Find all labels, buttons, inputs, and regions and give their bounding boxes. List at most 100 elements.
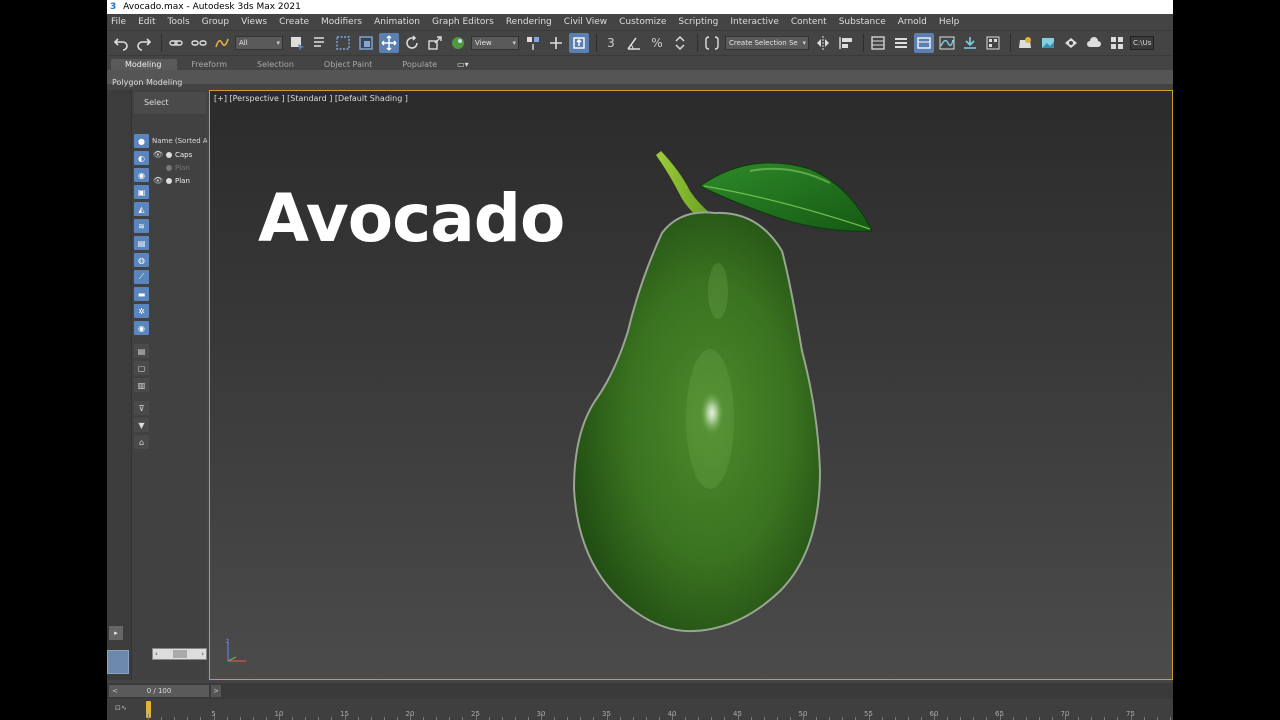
display-cameras-icon[interactable]: ▣ xyxy=(134,185,149,199)
next-frame-icon[interactable]: > xyxy=(211,685,221,697)
time-slider[interactable]: 0 / 100 xyxy=(109,685,209,697)
track-bar[interactable]: ⊡∿ 0 5 10 15 20 25 30 35 40 45 50 55 60 65 70 75 xyxy=(107,699,1173,720)
schematic-view-icon[interactable] xyxy=(960,33,980,53)
link-icon[interactable] xyxy=(166,33,186,53)
visibility-eye-icon[interactable]: 👁︎ xyxy=(152,176,164,185)
display-helpers-icon[interactable]: ◭ xyxy=(134,202,149,216)
render-production-icon[interactable] xyxy=(1061,33,1081,53)
display-geometry-icon[interactable]: ● xyxy=(134,134,149,148)
name-column-header[interactable]: Name (Sorted A xyxy=(152,134,207,148)
mini-curve-editor-icon[interactable]: ⊡∿ xyxy=(115,704,127,712)
reference-coordinate-dropdown[interactable]: View xyxy=(471,36,519,50)
scrollbar-thumb[interactable] xyxy=(172,650,187,658)
align-icon[interactable] xyxy=(836,33,856,53)
display-groups-icon[interactable]: ▤ xyxy=(134,236,149,250)
menu-file[interactable]: File xyxy=(107,17,132,27)
display-visibility-icon[interactable]: ◉ xyxy=(134,321,149,335)
select-rotate-icon[interactable] xyxy=(402,33,422,53)
named-selection-set-dropdown[interactable]: Create Selection Se xyxy=(725,36,809,50)
selection-filter-dropdown[interactable]: All xyxy=(235,36,283,50)
select-object-icon[interactable] xyxy=(287,33,307,53)
select-scale-icon[interactable] xyxy=(425,33,445,53)
list-item[interactable]: Plan xyxy=(152,161,207,174)
explorer-horizontal-scrollbar[interactable]: ‹ › xyxy=(152,648,207,660)
select-invert-icon[interactable]: ▥ xyxy=(134,378,149,392)
filter-toggle-icon[interactable]: ⊽ xyxy=(134,401,149,415)
display-space-warps-icon[interactable]: ≋ xyxy=(134,219,149,233)
a360-gallery-icon[interactable] xyxy=(1107,33,1127,53)
scroll-left-icon[interactable]: ‹ xyxy=(155,650,158,658)
perspective-viewport[interactable]: [+] [Perspective ] [Standard ] [Default … xyxy=(209,90,1173,680)
menu-civil-view[interactable]: Civil View xyxy=(558,17,613,27)
select-place-icon[interactable] xyxy=(448,33,468,53)
mirror-icon[interactable] xyxy=(813,33,833,53)
project-path-field[interactable]: C:\Us xyxy=(1130,36,1154,50)
menu-graph-editors[interactable]: Graph Editors xyxy=(426,17,500,27)
menu-content[interactable]: Content xyxy=(785,17,833,27)
bind-space-warp-icon[interactable] xyxy=(212,33,232,53)
filter-icon[interactable]: ▼ xyxy=(134,418,149,432)
keyboard-shortcut-override-icon[interactable] xyxy=(569,33,589,53)
polygon-modeling-label[interactable]: Polygon Modeling xyxy=(107,78,182,87)
edit-named-selection-icon[interactable] xyxy=(702,33,722,53)
menu-arnold[interactable]: Arnold xyxy=(892,17,933,27)
percent-snap-icon[interactable]: % xyxy=(647,33,667,53)
menu-modifiers[interactable]: Modifiers xyxy=(315,17,368,27)
menu-create[interactable]: Create xyxy=(273,17,315,27)
menu-scripting[interactable]: Scripting xyxy=(672,17,724,27)
display-xrefs-icon[interactable]: ◍ xyxy=(134,253,149,267)
display-particles-icon[interactable]: ✲ xyxy=(134,304,149,318)
explorer-select-tab[interactable]: Select xyxy=(134,92,206,114)
menu-substance[interactable]: Substance xyxy=(833,17,892,27)
display-lights-icon[interactable]: ◉ xyxy=(134,168,149,182)
select-manipulate-icon[interactable] xyxy=(546,33,566,53)
material-editor-icon[interactable] xyxy=(983,33,1003,53)
tab-freeform[interactable]: Freeform xyxy=(177,59,243,70)
dock-panel-handle[interactable] xyxy=(107,650,129,674)
region-select-icon[interactable] xyxy=(333,33,353,53)
select-move-icon[interactable] xyxy=(379,33,399,53)
snaps-toggle-icon[interactable]: 3 xyxy=(601,33,621,53)
menu-views[interactable]: Views xyxy=(235,17,273,27)
curve-editor-icon[interactable] xyxy=(937,33,957,53)
render-in-cloud-icon[interactable] xyxy=(1084,33,1104,53)
menu-animation[interactable]: Animation xyxy=(368,17,426,27)
select-all-icon[interactable]: ▤ xyxy=(134,344,149,358)
tab-modeling[interactable]: Modeling xyxy=(111,59,178,70)
menu-edit[interactable]: Edit xyxy=(132,17,161,27)
menu-interactive[interactable]: Interactive xyxy=(724,17,784,27)
viewport-label[interactable]: [+] [Perspective ] [Standard ] [Default … xyxy=(214,94,408,103)
visibility-eye-icon[interactable]: 👁︎ xyxy=(152,150,164,159)
select-by-name-icon[interactable] xyxy=(310,33,330,53)
tab-populate[interactable]: Populate xyxy=(388,59,453,70)
display-shapes-icon[interactable]: ◐ xyxy=(134,151,149,165)
pivot-center-icon[interactable] xyxy=(523,33,543,53)
tab-selection[interactable]: Selection xyxy=(243,59,310,70)
scroll-right-icon[interactable]: › xyxy=(201,650,204,658)
menu-tools[interactable]: Tools xyxy=(162,17,196,27)
ribbon-options-icon[interactable]: ▭▾ xyxy=(453,59,473,70)
display-containers-icon[interactable]: ▬ xyxy=(134,287,149,301)
expand-panel-icon[interactable]: ▸ xyxy=(109,626,123,640)
select-none-icon[interactable]: ▢ xyxy=(134,361,149,375)
display-bones-icon[interactable]: ⟋ xyxy=(134,270,149,284)
redo-icon[interactable] xyxy=(134,33,154,53)
render-setup-icon[interactable] xyxy=(1015,33,1035,53)
spinner-snap-icon[interactable] xyxy=(670,33,690,53)
unlink-icon[interactable] xyxy=(189,33,209,53)
ribbon-toggle-icon[interactable] xyxy=(914,33,934,53)
menu-customize[interactable]: Customize xyxy=(613,17,672,27)
window-crossing-icon[interactable] xyxy=(356,33,376,53)
scene-explorer-toggle-icon[interactable] xyxy=(868,33,888,53)
menu-group[interactable]: Group xyxy=(196,17,235,27)
rendered-frame-window-icon[interactable] xyxy=(1038,33,1058,53)
menu-rendering[interactable]: Rendering xyxy=(500,17,558,27)
display-children-icon[interactable]: ⌂ xyxy=(134,435,149,449)
menu-help[interactable]: Help xyxy=(933,17,966,27)
list-item[interactable]: 👁︎ Plan xyxy=(152,174,207,187)
angle-snap-icon[interactable] xyxy=(624,33,644,53)
layer-explorer-icon[interactable] xyxy=(891,33,911,53)
list-item[interactable]: 👁︎ Caps xyxy=(152,148,207,161)
undo-icon[interactable] xyxy=(111,33,131,53)
tab-object-paint[interactable]: Object Paint xyxy=(310,59,388,70)
